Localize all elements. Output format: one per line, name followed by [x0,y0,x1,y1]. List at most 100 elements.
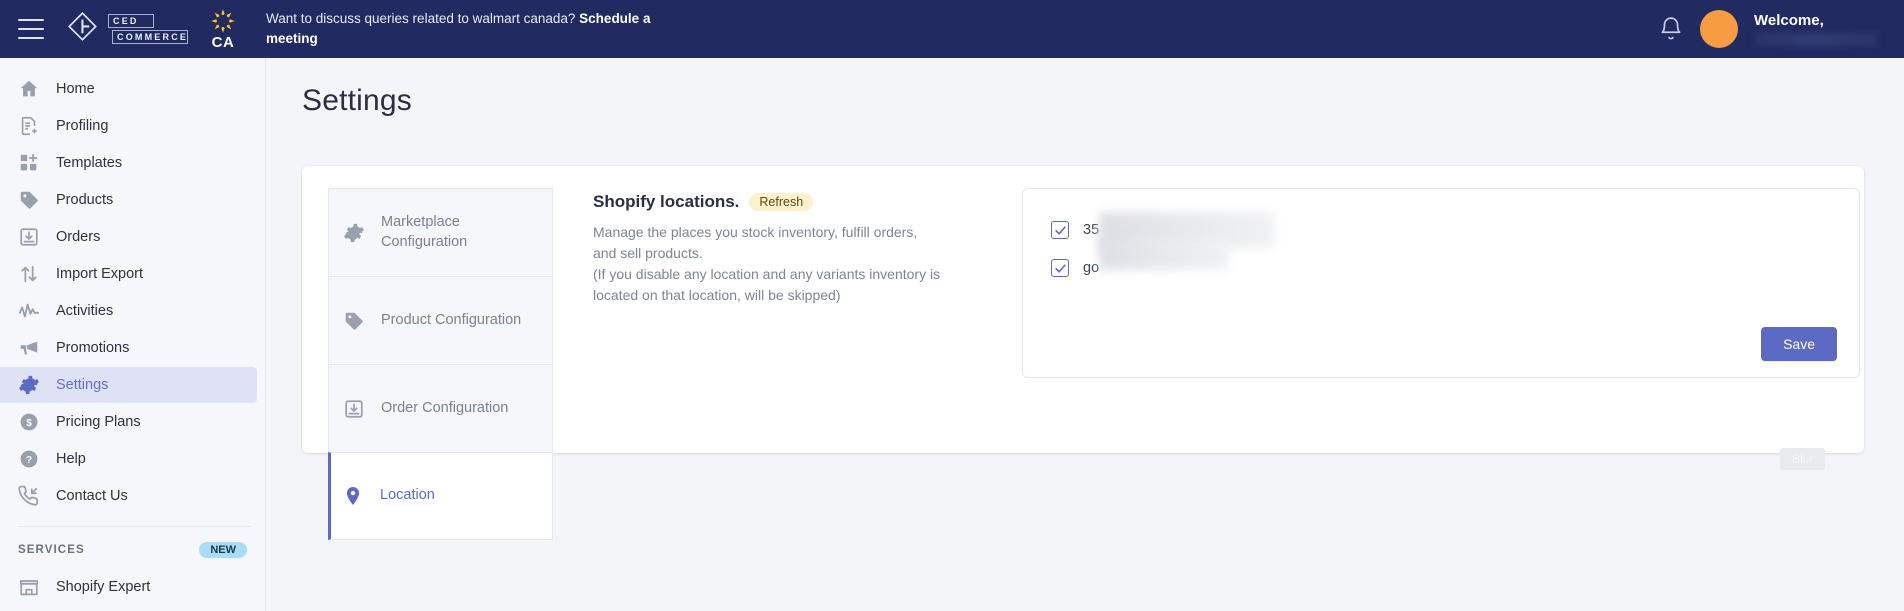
bell-icon[interactable] [1658,16,1684,42]
top-bar-right: Welcome, [1658,10,1904,48]
tab-label: Marketplace Configuration [381,213,468,250]
gear-icon [18,374,40,396]
sidebar: Home Profiling Templates Products Orders… [0,58,266,611]
sidebar-item-shopify-expert[interactable]: Shopify Expert [0,569,257,605]
blur-chip: Blur [1780,448,1826,470]
map-pin-icon [342,485,364,507]
tab-marketplace-configuration[interactable]: Marketplace Configuration [328,188,553,276]
sidebar-item-label: Home [56,81,95,97]
location-checkbox[interactable] [1051,259,1069,277]
tab-label: Product Configuration [381,311,522,328]
store-icon [18,576,40,598]
sidebar-item-activities[interactable]: Activities [0,293,257,329]
tab-label: Order Configuration [381,399,509,416]
walmart-spark-icon [211,9,235,33]
tab-label: Location [380,487,435,504]
sidebar-item-label: Activities [56,303,114,319]
sidebar-item-templates[interactable]: Templates [0,145,257,181]
locations-panel: 35 go Save [1022,188,1860,378]
megaphone-icon [18,337,40,359]
sidebar-item-label: Help [56,451,86,467]
sidebar-item-label: Products [56,192,114,208]
sidebar-item-import-export[interactable]: Import Export [0,256,257,292]
ced-commerce-logo: CED COMMERCE [68,12,188,46]
svg-text:?: ? [26,454,32,466]
brand-line-1: CED [108,14,154,28]
home-icon [18,78,40,100]
sidebar-item-label: Settings [56,377,109,393]
refresh-button[interactable]: Refresh [749,193,814,211]
location-checkbox[interactable] [1051,221,1069,239]
promo-text: Want to discuss queries related to walma… [266,11,580,27]
sidebar-item-label: Orders [56,229,101,245]
tag-icon [18,189,40,211]
sidebar-item-orders[interactable]: Orders [0,219,257,255]
services-section-header: SERVICES NEW [0,537,265,563]
sidebar-item-pricing-plans[interactable]: $ Pricing Plans [0,404,257,440]
welcome-name-redacted [1754,33,1878,46]
avatar[interactable] [1700,10,1738,48]
orders-inbox-icon [343,398,365,420]
walmart-ca-badge: CA [210,8,236,50]
tab-location[interactable]: Location [328,452,553,540]
orders-inbox-icon [18,226,40,248]
tag-icon [343,310,365,332]
location-title: Shopify locations. [593,192,740,211]
sidebar-item-help[interactable]: ? Help [0,441,257,477]
phone-incoming-icon [18,485,40,507]
description-line-4: located on that location, will be skippe… [593,287,841,303]
promo-banner: Want to discuss queries related to walma… [266,9,686,48]
location-info: Shopify locations. Refresh Manage the pl… [593,192,993,306]
description-line-1: Manage the places you stock inventory, f… [593,224,918,240]
sidebar-item-products[interactable]: Products [0,182,257,218]
services-title: SERVICES [18,544,85,556]
sidebar-item-settings[interactable]: Settings [0,367,257,403]
brand-line-2: COMMERCE [112,30,188,44]
location-label-text: go [1083,260,1100,276]
location-label-redacted [1099,238,1229,270]
page-title: Settings [302,84,412,117]
sidebar-item-label: Profiling [56,118,109,134]
tab-order-configuration[interactable]: Order Configuration [328,364,553,452]
profiling-icon [18,115,40,137]
sidebar-item-contact-us[interactable]: Contact Us [0,478,257,514]
dollar-circle-icon: $ [18,411,40,433]
sidebar-item-home[interactable]: Home [0,71,257,107]
new-badge: NEW [199,542,247,558]
sidebar-item-label: Contact Us [56,488,128,504]
location-label-text: 35 [1083,222,1100,238]
sidebar-item-label: Import Export [56,266,144,282]
top-bar: CED COMMERCE CA Want to discuss queries … [0,0,1904,58]
location-description: Manage the places you stock inventory, f… [593,222,993,306]
question-circle-icon: ? [18,448,40,470]
description-line-3: (If you disable any location and any var… [593,266,941,282]
sidebar-item-label: Templates [56,155,123,171]
check-icon [1054,263,1066,273]
gear-icon [343,222,365,244]
main-content: Settings Marketplace Configuration Produ… [266,58,1904,611]
save-button[interactable]: Save [1761,327,1837,361]
marketplace-label: CA [211,34,235,51]
templates-icon [18,152,40,174]
location-row[interactable]: go [1023,238,1859,287]
welcome-label: Welcome, [1754,12,1824,29]
location-label: go [1083,238,1229,276]
settings-card: Marketplace Configuration Product Config… [302,166,1864,540]
sidebar-item-profiling[interactable]: Profiling [0,108,257,144]
welcome-block: Welcome, [1754,12,1896,46]
sidebar-divider [18,526,251,527]
tab-product-configuration[interactable]: Product Configuration [328,276,553,364]
svg-text:$: $ [26,418,32,429]
ced-diamond-icon [68,12,97,41]
sidebar-item-label: Pricing Plans [56,414,141,430]
settings-tab-list: Marketplace Configuration Product Config… [328,188,553,540]
sidebar-item-label: Promotions [56,340,130,356]
activity-pulse-icon [18,300,40,322]
arrows-up-down-icon [18,263,40,285]
hamburger-icon[interactable] [18,19,44,39]
location-label: 35 [1083,212,1274,248]
description-line-2: and sell products. [593,245,703,261]
sidebar-item-label: Shopify Expert [56,579,151,595]
location-title-row: Shopify locations. Refresh [593,192,993,212]
sidebar-item-promotions[interactable]: Promotions [0,330,257,366]
